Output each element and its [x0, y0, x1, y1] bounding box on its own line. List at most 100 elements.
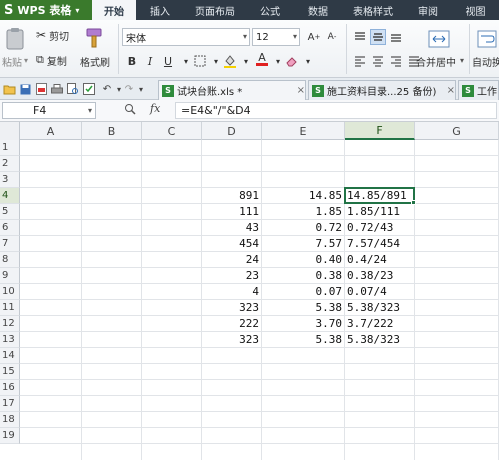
row-header-11[interactable]: 11 — [0, 300, 20, 316]
cell-d4[interactable]: 891 — [202, 188, 262, 204]
cell-e7[interactable]: 7.57 — [262, 236, 345, 252]
paste-button[interactable] — [4, 26, 26, 52]
spreadsheet-grid[interactable]: ABCDEFG 1 2 3 4 5 6 7 8 9 10 11 12 13 14 15 16 17 18 19 891… — [0, 122, 499, 460]
tab-page-layout[interactable]: 页面布局 — [184, 0, 246, 20]
doc-tab-2[interactable]: S 施工资料目录...25 备份) × — [308, 80, 456, 100]
open-folder-icon[interactable] — [2, 82, 16, 96]
row-header-6[interactable]: 6 — [0, 220, 20, 236]
chevron-down-icon[interactable]: ▾ — [134, 82, 148, 96]
select-all-corner[interactable] — [0, 122, 20, 140]
tab-view[interactable]: 视图 — [452, 0, 499, 20]
print-icon[interactable] — [50, 82, 64, 96]
save-icon[interactable] — [18, 82, 32, 96]
increase-font-icon[interactable]: A + — [306, 29, 322, 45]
cell-f8[interactable]: 0.4/24 — [345, 252, 415, 268]
cell-f7[interactable]: 7.57/454 — [345, 236, 415, 252]
column-header-f[interactable]: F — [345, 122, 415, 140]
cell-f10[interactable]: 0.07/4 — [345, 284, 415, 300]
chevron-down-icon[interactable]: ▾ — [460, 56, 464, 65]
cell-e13[interactable]: 5.38 — [262, 332, 345, 348]
row-header-19[interactable]: 19 — [0, 428, 20, 444]
export-pdf-icon[interactable] — [34, 82, 48, 96]
column-header-e[interactable]: E — [262, 122, 345, 140]
row-header-10[interactable]: 10 — [0, 284, 20, 300]
column-header-d[interactable]: D — [202, 122, 262, 140]
merge-center-button[interactable] — [426, 28, 452, 50]
row-header-7[interactable]: 7 — [0, 236, 20, 252]
cell-f11[interactable]: 5.38/323 — [345, 300, 415, 316]
close-tab-icon[interactable]: × — [447, 85, 455, 96]
cell-e10[interactable]: 0.07 — [262, 284, 345, 300]
align-top-icon[interactable] — [352, 29, 368, 45]
print-preview-icon[interactable] — [66, 82, 80, 96]
paste-dropdown-icon[interactable]: ▾ — [24, 56, 28, 65]
cell-d8[interactable]: 24 — [202, 252, 262, 268]
tab-table-style[interactable]: 表格样式 — [342, 0, 404, 20]
cell-d7[interactable]: 454 — [202, 236, 262, 252]
row-header-18[interactable]: 18 — [0, 412, 20, 428]
cell-d6[interactable]: 43 — [202, 220, 262, 236]
row-header-2[interactable]: 2 — [0, 156, 20, 172]
tab-data[interactable]: 数据 — [294, 0, 342, 20]
font-name-select[interactable]: 宋体 ▾ — [122, 28, 250, 46]
cell-d10[interactable]: 4 — [202, 284, 262, 300]
align-center-icon[interactable] — [370, 53, 386, 69]
column-header-g[interactable]: G — [415, 122, 499, 140]
border-icon[interactable] — [192, 53, 208, 69]
autowrap-button[interactable] — [476, 28, 498, 50]
cell-e5[interactable]: 1.85 — [262, 204, 345, 220]
row-header-13[interactable]: 13 — [0, 332, 20, 348]
column-header-c[interactable]: C — [142, 122, 202, 140]
name-box[interactable]: F4 ▾ — [2, 102, 96, 119]
column-header-a[interactable]: A — [20, 122, 82, 140]
bold-button[interactable]: B — [124, 53, 140, 69]
cell-e4[interactable]: 14.85 — [262, 188, 345, 204]
format-painter-button[interactable] — [82, 26, 106, 50]
cell-e9[interactable]: 0.38 — [262, 268, 345, 284]
doc-tab-3[interactable]: S 工作 — [458, 80, 499, 100]
tab-formulas[interactable]: 公式 — [246, 0, 294, 20]
fill-color-icon[interactable] — [222, 53, 238, 69]
row-header-5[interactable]: 5 — [0, 204, 20, 220]
chevron-down-icon[interactable]: ▾ — [238, 53, 254, 69]
row-header-15[interactable]: 15 — [0, 364, 20, 380]
fill-handle[interactable] — [411, 200, 416, 205]
tab-insert[interactable]: 插入 — [136, 0, 184, 20]
copy-button[interactable]: ⧉ 复制 — [36, 52, 67, 68]
cell-f13[interactable]: 5.38/323 — [345, 332, 415, 348]
cell-d5[interactable]: 111 — [202, 204, 262, 220]
row-header-3[interactable]: 3 — [0, 172, 20, 188]
font-size-select[interactable]: 12 ▾ — [252, 28, 300, 46]
formula-input[interactable]: =E4&"/"&D4 — [175, 102, 497, 119]
row-header-8[interactable]: 8 — [0, 252, 20, 268]
cell-f5[interactable]: 1.85/111 — [345, 204, 415, 220]
row-header-1[interactable]: 1 — [0, 140, 20, 156]
cell-d11[interactable]: 323 — [202, 300, 262, 316]
cell-f9[interactable]: 0.38/23 — [345, 268, 415, 284]
row-header-16[interactable]: 16 — [0, 380, 20, 396]
align-right-icon[interactable] — [388, 53, 404, 69]
tab-review[interactable]: 审阅 — [404, 0, 452, 20]
spell-check-icon[interactable] — [82, 82, 96, 96]
tab-home[interactable]: 开始 — [92, 0, 136, 20]
clear-format-icon[interactable] — [284, 53, 300, 69]
cell-f6[interactable]: 0.72/43 — [345, 220, 415, 236]
align-left-icon[interactable] — [352, 53, 368, 69]
chevron-down-icon[interactable]: ▾ — [300, 53, 316, 69]
cell-f12[interactable]: 3.7/222 — [345, 316, 415, 332]
app-logo-button[interactable]: S WPS 表格 ▾ — [0, 0, 92, 20]
zoom-icon[interactable] — [124, 103, 136, 118]
row-header-14[interactable]: 14 — [0, 348, 20, 364]
cut-button[interactable]: ✂ 剪切 — [36, 27, 69, 43]
row-header-12[interactable]: 12 — [0, 316, 20, 332]
italic-button[interactable]: I — [142, 53, 158, 69]
column-header-b[interactable]: B — [82, 122, 142, 140]
function-fx-icon[interactable]: fx — [150, 102, 160, 115]
font-color-icon[interactable]: A — [254, 51, 270, 67]
cell-d9[interactable]: 23 — [202, 268, 262, 284]
close-tab-icon[interactable]: × — [297, 85, 305, 96]
cell-e6[interactable]: 0.72 — [262, 220, 345, 236]
cell-d12[interactable]: 222 — [202, 316, 262, 332]
cell-d13[interactable]: 323 — [202, 332, 262, 348]
align-middle-icon[interactable] — [370, 29, 386, 45]
